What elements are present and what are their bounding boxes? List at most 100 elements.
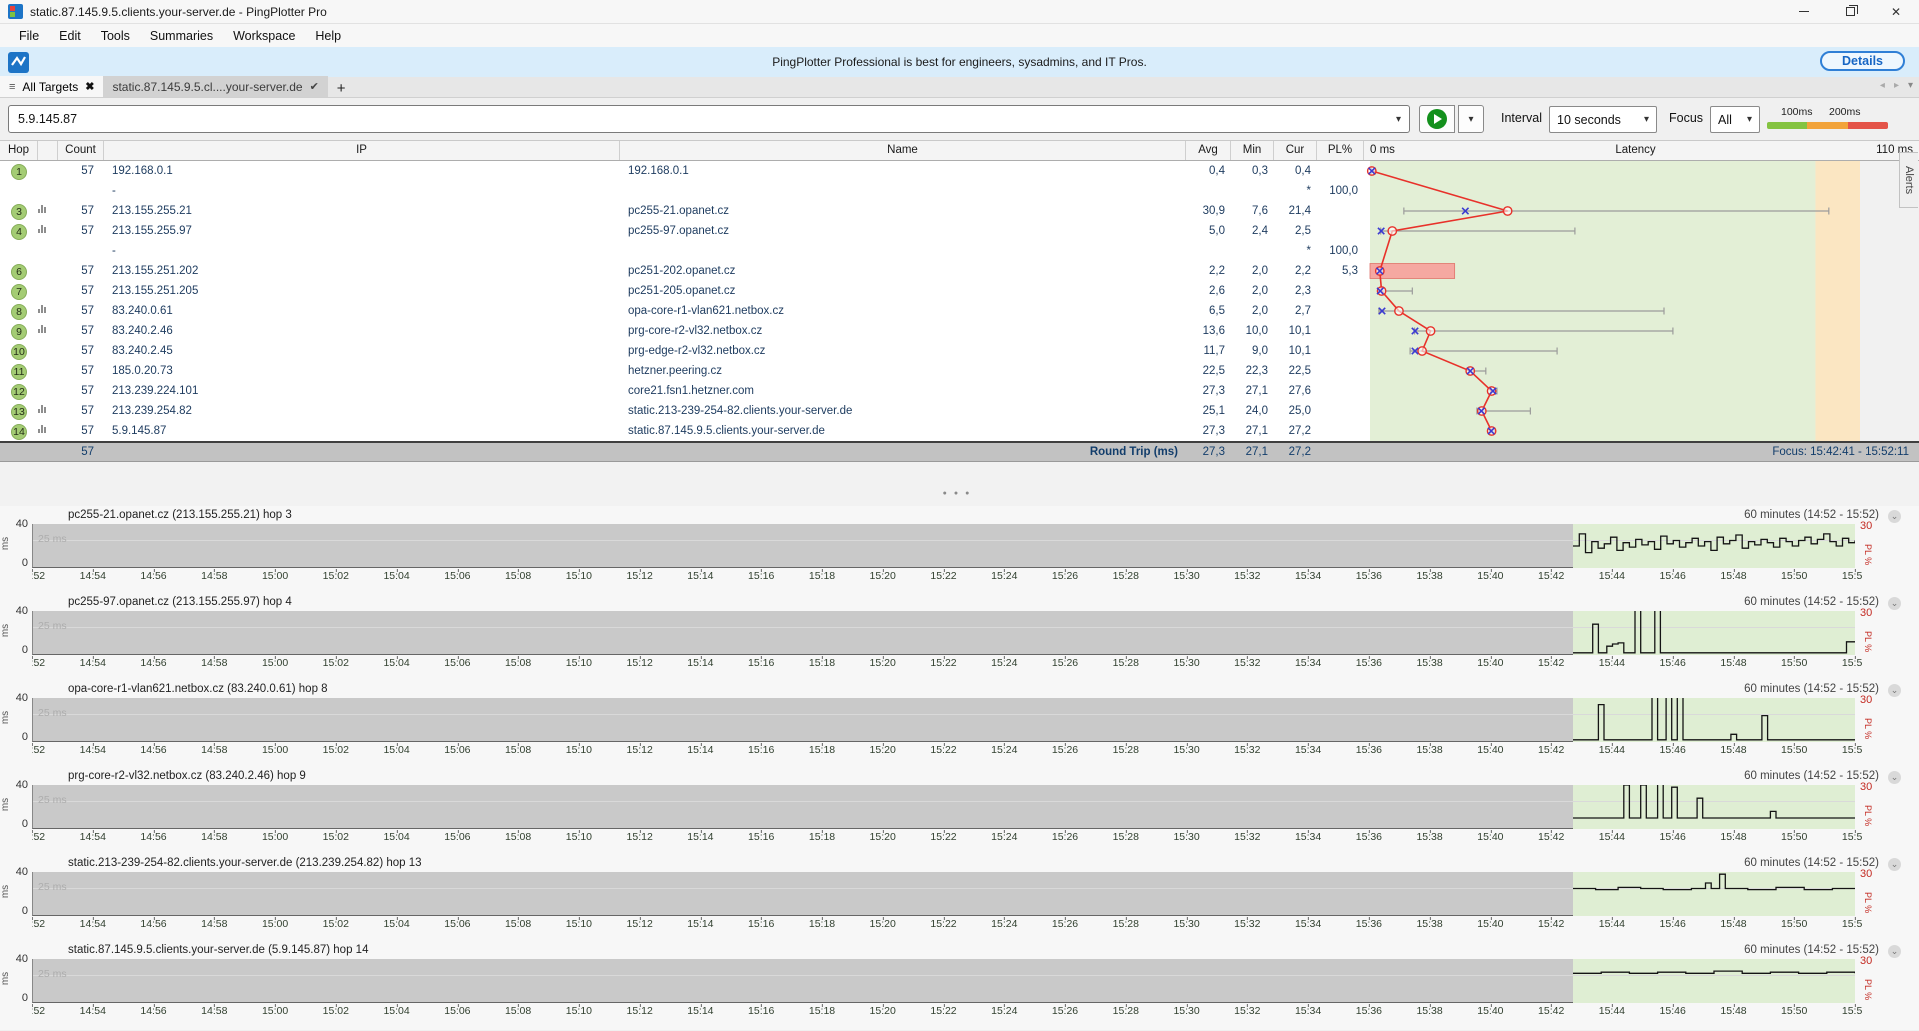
hop-chart-icon[interactable] <box>38 325 58 338</box>
menu-item-workspace[interactable]: Workspace <box>224 27 304 45</box>
timeline-period-dropdown-icon[interactable]: ⌄ <box>1888 771 1901 784</box>
timeline-period-label[interactable]: 60 minutes (14:52 - 15:52) <box>1744 596 1879 608</box>
time-tick-label: 15:04 <box>383 744 409 756</box>
time-tick-label: 15:20 <box>870 1005 896 1017</box>
col-header-name[interactable]: Name <box>620 141 1186 160</box>
time-tick-label: 14:52 <box>32 744 45 756</box>
y-axis-unit-label: ms <box>0 624 11 637</box>
time-tick-label: 15:34 <box>1295 657 1321 669</box>
timeline-period-dropdown-icon[interactable]: ⌄ <box>1888 945 1901 958</box>
focus-select[interactable]: All▾ <box>1710 106 1760 133</box>
hop-cell: 7 <box>0 282 38 300</box>
hop-chart-icon[interactable] <box>38 305 58 318</box>
time-tick-label: 15:44 <box>1599 657 1625 669</box>
timeline-period-dropdown-icon[interactable]: ⌄ <box>1888 858 1901 871</box>
hop-chart-icon[interactable] <box>38 405 58 418</box>
time-tick-label: 14:58 <box>201 744 227 756</box>
timeline-period-dropdown-icon[interactable]: ⌄ <box>1888 597 1901 610</box>
timeline-period-label[interactable]: 60 minutes (14:52 - 15:52) <box>1744 770 1879 782</box>
timeline-period-dropdown-icon[interactable]: ⌄ <box>1888 510 1901 523</box>
target-dropdown-icon[interactable]: ▾ <box>1396 114 1401 125</box>
tab-list-dropdown-icon[interactable]: ▾ <box>1908 80 1913 91</box>
y-axis-min-label: 0 <box>6 992 28 1004</box>
time-tick-label: 15:04 <box>383 1005 409 1017</box>
time-tick-label: 15:42 <box>1538 570 1564 582</box>
time-tick-label: 15:12 <box>627 657 653 669</box>
timeline-period-label[interactable]: 60 minutes (14:52 - 15:52) <box>1744 944 1879 956</box>
alerts-panel-tab[interactable]: Alerts <box>1899 152 1918 208</box>
time-tick-label: 15:26 <box>1052 570 1078 582</box>
target-input[interactable]: 5.9.145.87 ▾ <box>8 105 1410 133</box>
menu-item-help[interactable]: Help <box>306 27 350 45</box>
start-trace-button[interactable] <box>1419 105 1455 133</box>
round-trip-avg: 27,3 <box>1186 443 1231 461</box>
col-header-cur[interactable]: Cur <box>1274 141 1317 160</box>
cur-cell: 25,0 <box>1274 401 1317 421</box>
time-tick-label: 15:04 <box>383 570 409 582</box>
col-header-min[interactable]: Min <box>1231 141 1274 160</box>
hop-cell: 6 <box>0 262 38 280</box>
hop-chart-icon[interactable] <box>38 225 58 238</box>
time-tick-label: 15:50 <box>1781 831 1807 843</box>
time-tick-label: 15:14 <box>687 1005 713 1017</box>
name-cell: opa-core-r1-vlan621.netbox.cz <box>620 301 1186 321</box>
close-button[interactable]: ✕ <box>1873 0 1919 23</box>
time-tick-label: 15:36 <box>1356 918 1382 930</box>
tab-target[interactable]: static.87.145.9.5.cl....your-server.de ✔ <box>103 76 327 97</box>
interval-select[interactable]: 10 seconds▾ <box>1549 106 1657 133</box>
time-tick-label: 14:56 <box>140 1005 166 1017</box>
timeline-period-label[interactable]: 60 minutes (14:52 - 15:52) <box>1744 509 1879 521</box>
time-tick-label: 14:52 <box>32 1005 45 1017</box>
col-header-avg[interactable]: Avg <box>1186 141 1231 160</box>
time-tick-label: 15:12 <box>627 744 653 756</box>
col-header-count[interactable]: Count <box>58 141 104 160</box>
col-header-hop[interactable]: Hop <box>0 141 38 160</box>
y-axis-unit-label: ms <box>0 885 11 898</box>
time-tick-label: 15:20 <box>870 831 896 843</box>
timeline-graph: pc255-97.opanet.cz (213.155.255.97) hop … <box>0 595 1919 682</box>
time-tick-label: 15:18 <box>809 570 835 582</box>
ip-cell: 213.239.224.101 <box>104 381 620 401</box>
time-tick-label: 15:12 <box>627 570 653 582</box>
menu-item-file[interactable]: File <box>10 27 48 45</box>
hop-number-badge: 8 <box>11 304 27 320</box>
tab-all-targets[interactable]: ≡ All Targets ✖ <box>0 76 103 97</box>
timeline-period-label[interactable]: 60 minutes (14:52 - 15:52) <box>1744 857 1879 869</box>
time-tick-label: 14:56 <box>140 918 166 930</box>
menu-item-summaries[interactable]: Summaries <box>141 27 222 45</box>
col-header-pl[interactable]: PL% <box>1317 141 1364 160</box>
y-axis-unit-label: ms <box>0 972 11 985</box>
time-tick-label: 15:06 <box>444 918 470 930</box>
time-tick-label: 15:00 <box>262 1005 288 1017</box>
restore-button[interactable] <box>1827 0 1873 23</box>
splitter-handle[interactable]: ●●● <box>943 490 977 497</box>
time-tick-label: 15:26 <box>1052 1005 1078 1017</box>
menu-item-edit[interactable]: Edit <box>50 27 90 45</box>
hop-chart-icon[interactable] <box>38 205 58 218</box>
menu-item-tools[interactable]: Tools <box>92 27 139 45</box>
scale-segment-0 <box>1767 122 1807 129</box>
tab-scroll-left-icon[interactable]: ◂ <box>1880 80 1885 91</box>
time-tick-label: 15:38 <box>1416 1005 1442 1017</box>
tab-close-icon[interactable]: ✖ <box>85 80 94 93</box>
tab-scroll-right-icon[interactable]: ▸ <box>1894 80 1899 91</box>
new-tab-button[interactable]: + <box>328 80 355 97</box>
col-header-ip[interactable]: IP <box>104 141 620 160</box>
timeline-period-dropdown-icon[interactable]: ⌄ <box>1888 684 1901 697</box>
time-tick-label: 14:58 <box>201 657 227 669</box>
minimize-button[interactable] <box>1781 0 1827 23</box>
timeline-graph-title: prg-core-r2-vl32.netbox.cz (83.240.2.46)… <box>68 770 306 782</box>
scale-200ms-label: 200ms <box>1829 106 1861 118</box>
details-button[interactable]: Details <box>1820 51 1905 71</box>
hop-number-badge: 6 <box>11 264 27 280</box>
timeline-plot-area: 25 ms <box>32 872 1855 916</box>
time-tick-label: 15:46 <box>1660 570 1686 582</box>
timeline-period-label[interactable]: 60 minutes (14:52 - 15:52) <box>1744 683 1879 695</box>
tab-grip-icon: ≡ <box>9 81 15 93</box>
trace-options-dropdown[interactable]: ▾ <box>1458 105 1484 133</box>
timeline-trace <box>1573 872 1855 916</box>
timeline-graph: static.87.145.9.5.clients.your-server.de… <box>0 943 1919 1030</box>
hop-chart-icon[interactable] <box>38 425 58 438</box>
chart-toggle-cell <box>38 369 58 374</box>
time-tick-label: 15:00 <box>262 831 288 843</box>
